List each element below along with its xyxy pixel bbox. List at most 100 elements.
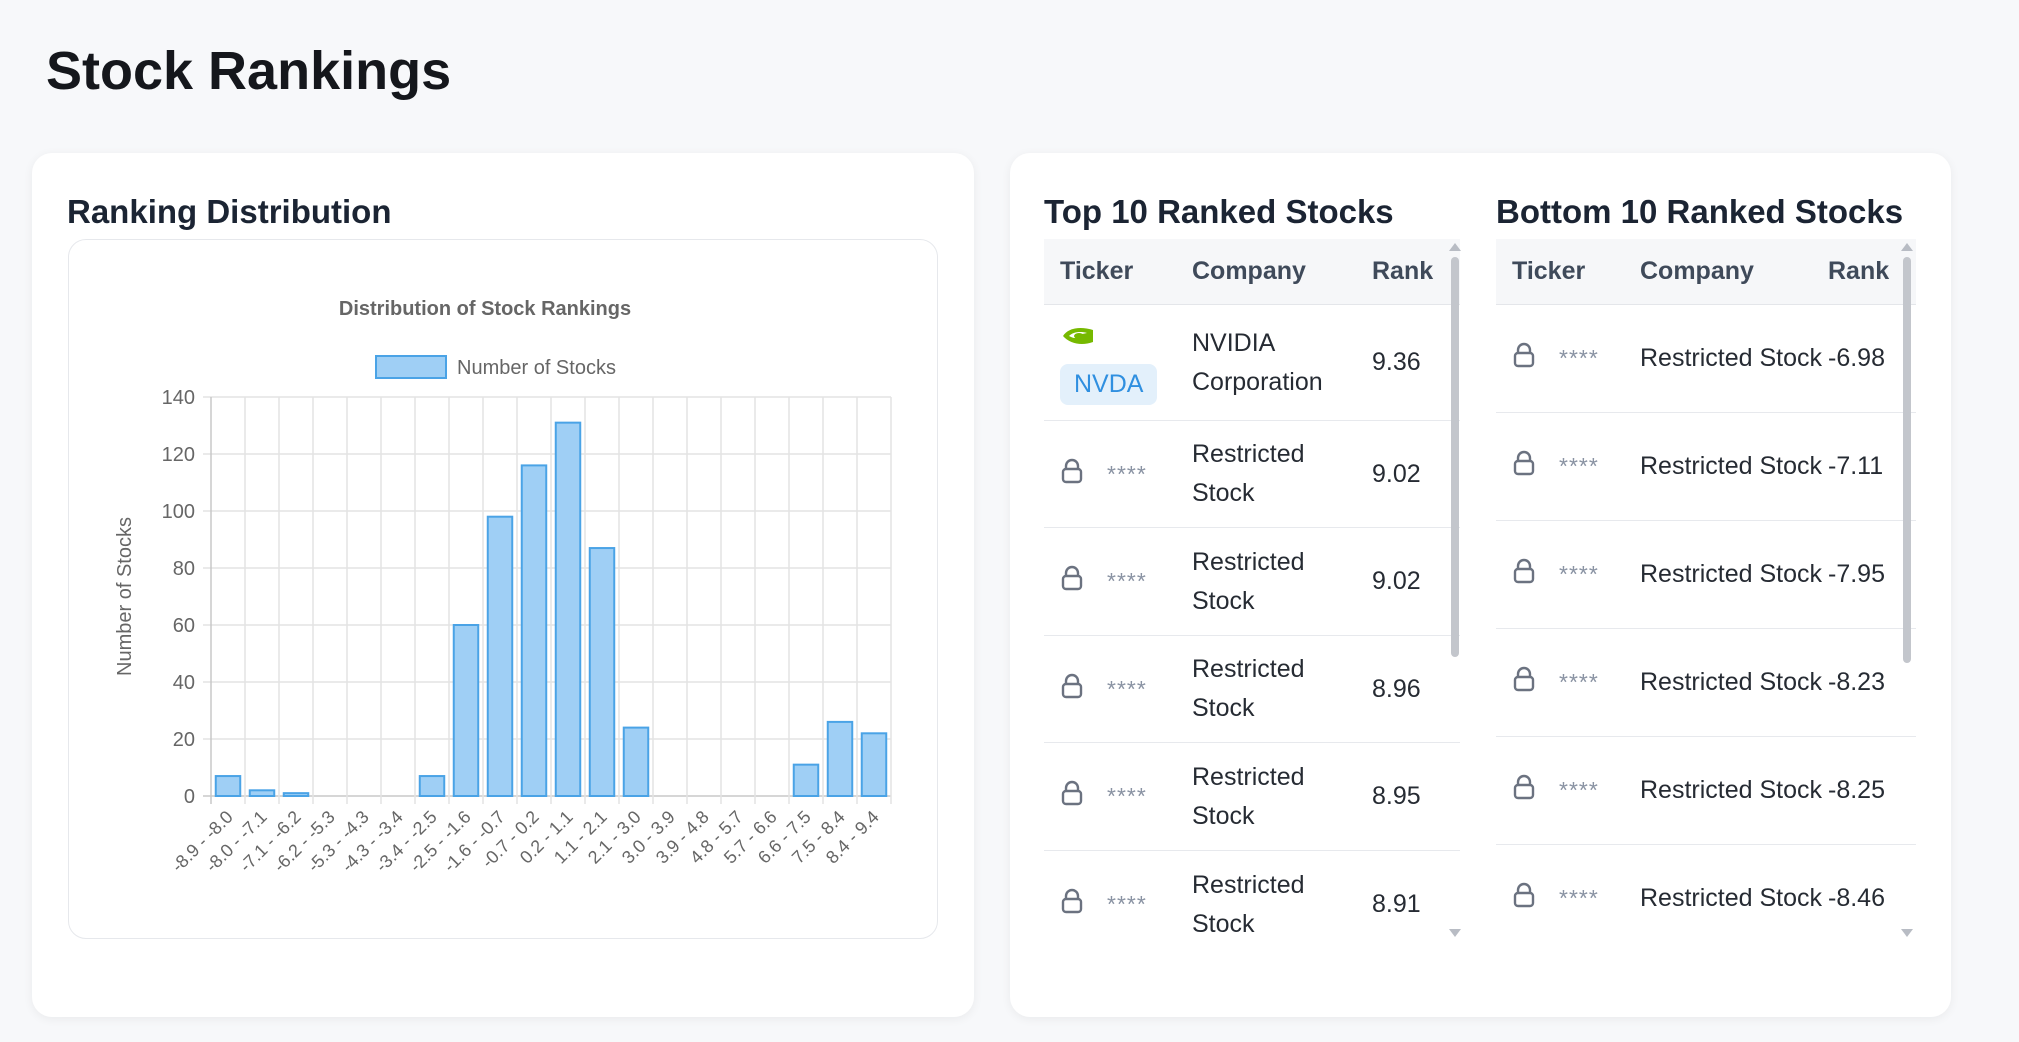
rank-cell: 9.36 xyxy=(1372,348,1421,376)
table-row[interactable]: **** Restricted Stock -7.11 xyxy=(1496,413,1916,521)
scroll-up-arrow[interactable] xyxy=(1449,243,1461,251)
table-row[interactable]: **** Restricted Stock 8.96 xyxy=(1044,636,1460,743)
company-cell: Restricted Stock xyxy=(1640,884,1823,912)
table-header: Ticker Company Rank xyxy=(1044,239,1460,305)
nvidia-logo-icon xyxy=(1060,322,1192,356)
bottom-table-scrollbar[interactable] xyxy=(1900,241,1914,937)
bar xyxy=(418,775,446,797)
bar xyxy=(486,515,514,797)
rankings-card: Top 10 Ranked Stocks Bottom 10 Ranked St… xyxy=(1010,153,1951,1017)
top-table-title: Top 10 Ranked Stocks xyxy=(1044,193,1394,230)
masked-ticker: **** xyxy=(1558,669,1598,695)
ticker-cell: **** xyxy=(1044,673,1192,706)
company-cell: Restricted Stock xyxy=(1640,452,1823,480)
masked-ticker: **** xyxy=(1106,460,1146,487)
lock-icon xyxy=(1060,458,1084,491)
company-cell: Restricted Stock xyxy=(1192,547,1305,615)
lock-icon xyxy=(1060,780,1084,813)
bar xyxy=(282,792,310,798)
company-header[interactable]: Company xyxy=(1640,252,1828,291)
table-row[interactable]: **** Restricted Stock -7.95 xyxy=(1496,521,1916,629)
rank-cell: 8.95 xyxy=(1372,782,1421,810)
y-tick-label: 40 xyxy=(173,672,195,694)
company-cell: Restricted Stock xyxy=(1192,655,1305,722)
top-table-scrollbar[interactable] xyxy=(1448,241,1462,937)
chart-title: Distribution of Stock Rankings xyxy=(339,298,631,320)
rank-header[interactable]: Rank xyxy=(1828,257,1898,286)
ticker-cell: NVDA xyxy=(1044,321,1192,405)
bar xyxy=(554,421,582,797)
bar xyxy=(826,720,854,797)
ticker-header[interactable]: Ticker xyxy=(1044,257,1192,286)
scroll-down-arrow[interactable] xyxy=(1449,929,1461,937)
lock-icon xyxy=(1060,888,1084,921)
ticker-cell: **** xyxy=(1496,450,1640,483)
company-cell: NVIDIA Corporation xyxy=(1192,328,1323,396)
scroll-thumb[interactable] xyxy=(1903,257,1911,663)
bar xyxy=(452,624,480,797)
table-row[interactable]: **** Restricted Stock -6.98 xyxy=(1496,305,1916,413)
table-row[interactable]: **** Restricted Stock 9.02 xyxy=(1044,528,1460,636)
ticker-cell: **** xyxy=(1496,666,1640,699)
y-axis-label: Number of Stocks xyxy=(114,517,136,676)
table-row[interactable]: **** Restricted Stock -8.25 xyxy=(1496,737,1916,845)
lock-icon xyxy=(1060,673,1084,706)
company-cell: Restricted Stock xyxy=(1640,776,1823,804)
rank-cell: -7.95 xyxy=(1828,560,1885,588)
company-cell: Restricted Stock xyxy=(1640,344,1823,372)
top-ranked-table[interactable]: Ticker Company Rank NVDA NVIDIA Corporat… xyxy=(1044,239,1460,939)
table-row[interactable]: **** Restricted Stock 9.02 xyxy=(1044,421,1460,528)
scroll-up-arrow[interactable] xyxy=(1901,243,1913,251)
ticker-badge[interactable]: NVDA xyxy=(1060,363,1158,405)
table-row[interactable]: NVDA NVIDIA Corporation 9.36 xyxy=(1044,305,1460,421)
scroll-down-arrow[interactable] xyxy=(1901,929,1913,937)
lock-icon xyxy=(1512,558,1536,591)
masked-ticker: **** xyxy=(1558,345,1598,371)
lock-icon xyxy=(1512,666,1536,699)
company-cell: Restricted Stock xyxy=(1192,870,1305,938)
ticker-cell: **** xyxy=(1496,342,1640,375)
rank-header[interactable]: Rank xyxy=(1372,257,1442,286)
masked-ticker: **** xyxy=(1558,453,1598,479)
ticker-cell: **** xyxy=(1496,558,1640,591)
rank-cell: 9.02 xyxy=(1372,459,1421,488)
masked-ticker: **** xyxy=(1106,783,1146,809)
page-title: Stock Rankings xyxy=(46,41,452,101)
table-row[interactable]: **** Restricted Stock 8.91 xyxy=(1044,851,1460,939)
rank-cell: -8.46 xyxy=(1828,884,1885,912)
bottom-ranked-table[interactable]: Ticker Company Rank **** Restricted Stock… xyxy=(1496,239,1916,939)
y-tick-label: 100 xyxy=(162,501,195,523)
bottom-table-title: Bottom 10 Ranked Stocks xyxy=(1496,193,1904,230)
bar xyxy=(792,763,820,798)
distribution-chart: Distribution of Stock Rankings Number of … xyxy=(68,239,938,939)
lock-icon xyxy=(1512,882,1536,915)
company-cell: Restricted Stock xyxy=(1192,762,1305,830)
company-cell: Restricted Stock xyxy=(1640,668,1823,696)
table-row[interactable]: **** Restricted Stock -8.46 xyxy=(1496,845,1916,939)
rank-cell: 9.02 xyxy=(1372,567,1421,595)
rank-cell: -6.98 xyxy=(1828,344,1885,372)
masked-ticker: **** xyxy=(1558,777,1598,803)
bar xyxy=(248,789,276,797)
ticker-cell: **** xyxy=(1496,882,1640,915)
company-cell: Restricted Stock xyxy=(1640,560,1823,588)
scroll-thumb[interactable] xyxy=(1451,257,1459,657)
y-tick-label: 80 xyxy=(173,558,195,580)
masked-ticker: **** xyxy=(1106,891,1146,917)
company-cell: Restricted Stock xyxy=(1192,440,1305,507)
bar xyxy=(860,732,888,797)
table-row[interactable]: **** Restricted Stock -8.23 xyxy=(1496,629,1916,737)
ticker-header[interactable]: Ticker xyxy=(1496,257,1640,286)
rank-cell: -8.25 xyxy=(1828,776,1885,804)
y-tick-label: 120 xyxy=(162,444,195,466)
company-header[interactable]: Company xyxy=(1192,252,1372,291)
rank-cell: 8.96 xyxy=(1372,674,1421,703)
table-row[interactable]: **** Restricted Stock 8.95 xyxy=(1044,743,1460,851)
y-tick-label: 0 xyxy=(184,786,195,808)
distribution-card: Ranking Distribution Distribution of Sto… xyxy=(32,153,974,1017)
lock-icon xyxy=(1512,450,1536,483)
legend-label: Number of Stocks xyxy=(457,357,616,379)
ticker-cell: **** xyxy=(1496,774,1640,807)
ticker-cell: **** xyxy=(1044,458,1192,491)
rank-cell: 8.91 xyxy=(1372,890,1421,918)
